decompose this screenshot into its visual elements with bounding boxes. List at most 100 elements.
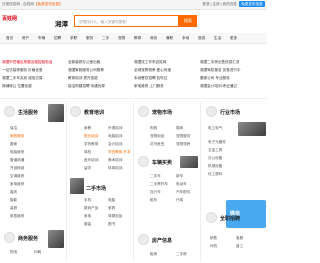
news-link[interactable]: 商铺转让 位置优越 [2,84,32,89]
category-link[interactable]: 电工电气 [208,126,222,131]
category-link[interactable]: 会计培训 [108,142,122,147]
category-link[interactable]: 办公设备 [208,156,222,161]
category-link[interactable]: 母婴用品 [108,214,122,219]
section-title[interactable]: 车辆买卖 [152,159,172,166]
news-link[interactable]: 家电维修 上门服务 [134,84,164,89]
section-title[interactable]: 二手市场 [86,185,106,192]
category-link[interactable]: 手机 [84,198,91,203]
category-link[interactable]: 宠物用品 [150,134,164,139]
category-link[interactable]: 代驾 [176,198,183,203]
category-link[interactable]: 租房 [150,252,157,257]
category-link[interactable]: 美术培训 [108,158,122,163]
category-link[interactable]: 保洁 [10,126,17,131]
category-link[interactable]: 装修 [10,206,17,211]
logo[interactable]: 百姓网 [2,15,17,22]
news-link[interactable]: 湘潭市岳塘区房屋出租招租电话 [2,60,52,65]
news-link[interactable]: 湘潭二手房出售信息汇总 [200,60,240,65]
nav-item[interactable]: 本地 [182,36,189,41]
category-link[interactable]: 猫咪 [176,126,183,131]
category-link[interactable]: 狗狗 [150,126,157,131]
nav-item[interactable]: 商务 [150,36,157,41]
category-link[interactable]: 搬家 [10,142,17,147]
category-link[interactable]: 汽车配件 [176,190,190,195]
news-link[interactable]: 湘潭家政服务公司推荐 [68,68,104,73]
nav-item[interactable]: 服务 [86,36,93,41]
category-link[interactable]: 体育培训 [108,166,122,171]
news-link[interactable]: 全新装修办公室出租 [68,60,100,65]
nav-item[interactable]: 车辆 [38,36,45,41]
nav-item[interactable]: 求职 [70,36,77,41]
category-link[interactable]: 职业培训 [84,134,98,139]
category-link[interactable]: 学历教育 [84,142,98,147]
category-link[interactable]: 二手摩托车 [150,182,168,187]
category-link[interactable]: 花鸟鱼虫 [150,142,164,147]
nav-item[interactable]: 更多 [230,36,237,41]
category-link[interactable]: 家政服务 [10,134,24,139]
category-link[interactable]: 管道疏通 [10,158,24,163]
category-link[interactable]: 家居维修 [10,214,24,219]
category-link[interactable]: 宠物服务 [176,134,190,139]
nav-item[interactable]: 首页 [6,36,13,41]
news-link[interactable]: 一站式装修服务 价格优惠 [2,68,43,73]
category-link[interactable]: 电子元器件 [208,140,226,145]
category-link[interactable]: 开锁换锁 [10,166,24,171]
section-title[interactable]: 全职招聘 [220,215,240,222]
section-title[interactable]: 宠物市场 [152,109,172,116]
nav-item[interactable]: 招聘 [54,36,61,41]
category-link[interactable]: 摄影 [10,198,17,203]
section-title[interactable]: 生活服务 [18,109,38,116]
news-link[interactable]: 全城宠物领养 爱心传递 [134,68,171,73]
category-link[interactable]: 印刷 [34,250,41,255]
nav-item[interactable]: 二手 [102,36,109,41]
search-input[interactable]: 您想找什么，输入关键词搜索！ [74,15,179,27]
news-link[interactable]: 保洁阿姨招聘 待遇优厚 [68,84,105,89]
category-link[interactable]: 销售 [210,236,217,241]
news-link[interactable]: 湘潭二手车买卖 诚信交易 [2,76,43,81]
category-link[interactable]: 电脑培训 [108,134,122,139]
category-link[interactable]: 电动车 [176,182,187,187]
category-link[interactable]: 物流 [10,250,17,255]
category-link[interactable]: 司机 [210,244,217,249]
category-link[interactable]: 音乐培训 [84,158,98,163]
category-link[interactable]: 新车 [176,174,183,179]
category-link[interactable]: 数码产品 [84,206,98,211]
nav-item[interactable]: 旅游 [198,36,205,41]
category-link[interactable]: 二手房 [176,252,187,257]
category-link[interactable]: 普工 [236,244,243,249]
news-link[interactable]: 教育培训 提升技能 [68,76,98,81]
section-title[interactable]: 行业市场 [220,109,240,116]
category-link[interactable]: 租车 [150,198,157,203]
category-link[interactable]: 客服 [236,236,243,241]
nav-item[interactable]: 生活 [214,36,221,41]
news-link[interactable]: 湘潭会计培训 考证通过 [200,84,237,89]
category-link[interactable]: 电脑维修 [10,150,24,155]
news-link[interactable]: 本地餐饮招聘 包吃住 [134,76,167,81]
topbar-links[interactable]: 登录 | 注册 | 我的百姓 [202,2,237,7]
category-link[interactable]: 电脑 [108,198,115,203]
nav-item[interactable]: 房产 [22,36,29,41]
category-link[interactable]: 自行车 [150,190,161,195]
category-link[interactable]: 五金工具 [208,148,222,153]
category-link[interactable]: 空调维修 [10,174,24,179]
category-link[interactable]: 家教 [84,126,91,131]
nav-item[interactable]: 宠物 [118,36,125,41]
category-link[interactable]: 机械设备 [208,164,222,169]
section-title[interactable]: 教育培训 [84,109,104,116]
category-link[interactable]: 家电维修 [10,182,24,187]
city-name[interactable]: 湘潭 [55,18,68,28]
category-link[interactable]: 图书 [108,222,115,227]
post-button[interactable]: 免费发布信息 [239,1,265,7]
category-link[interactable]: 外语培训 [108,126,122,131]
category-link[interactable]: 家具 [108,206,115,211]
category-link[interactable]: 宠物领养 [176,142,190,147]
category-link[interactable]: 服装 [84,222,91,227]
nav-item[interactable]: 兼职 [166,36,173,41]
category-link[interactable]: 留学 [84,166,91,171]
category-link[interactable]: 婚庆 [10,190,17,195]
category-link[interactable]: 驾校 [84,150,91,155]
category-link[interactable]: 二手车 [150,174,161,179]
category-link[interactable]: 化工原料 [208,172,222,177]
news-link[interactable]: 湘潭驾校报名 优惠进行中 [200,68,241,73]
topbar-highlight[interactable]: 【免费发布信息】 [34,2,63,6]
news-link[interactable]: 搬家公司 专业服务 [200,76,230,81]
